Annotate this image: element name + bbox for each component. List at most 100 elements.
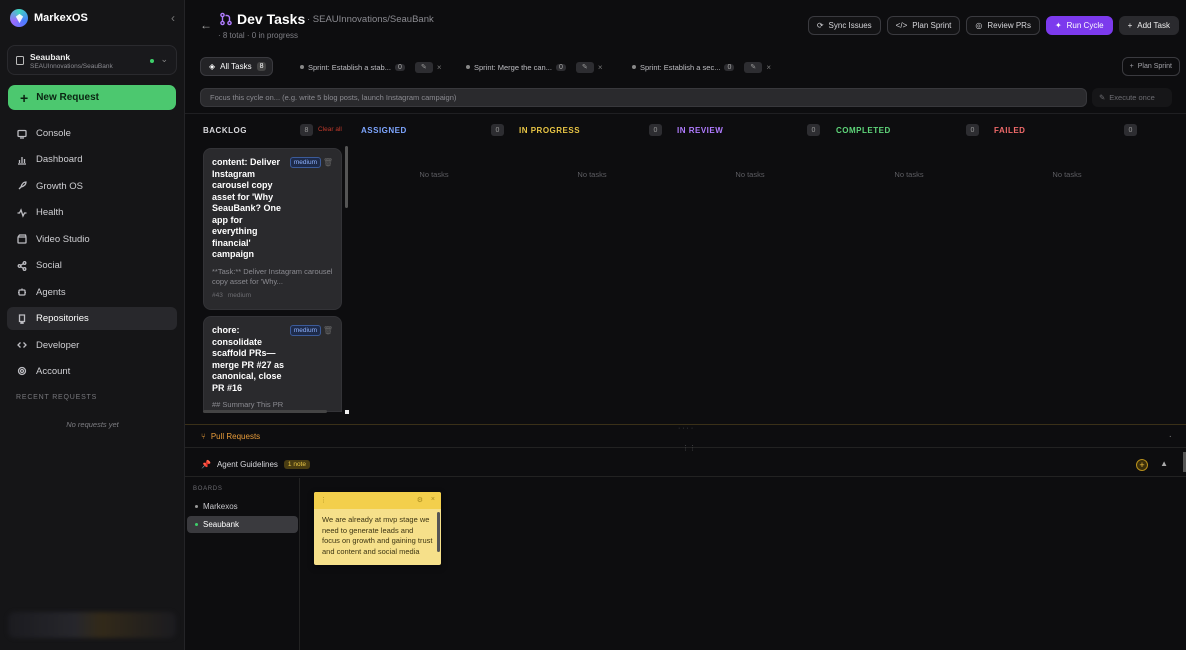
review-prs-button[interactable]: ◎ Review PRs — [966, 16, 1040, 35]
column-backlog: BACKLOG 8 Clear all content: Deliver Ins… — [185, 114, 355, 424]
resize-handle[interactable]: · · · · — [678, 425, 693, 432]
horizontal-scrollbar[interactable] — [203, 410, 327, 413]
board-dot — [195, 523, 198, 526]
column-title: ASSIGNED — [361, 126, 407, 135]
sidebar-item-video-studio[interactable]: Video Studio — [7, 228, 177, 251]
column-title: IN PROGRESS — [519, 126, 581, 135]
sidebar-item-account[interactable]: Account — [7, 360, 177, 383]
recent-requests-heading: RECENT REQUESTS — [16, 394, 98, 401]
sync-icon: ⟳ — [816, 21, 824, 30]
pencil-icon[interactable]: ✎ — [414, 61, 433, 73]
sidebar-item-label: Console — [36, 128, 71, 139]
back-arrow-icon[interactable]: ← — [200, 18, 212, 32]
git-pull-request-icon: ⑂ — [201, 432, 206, 441]
collapse-sidebar-icon[interactable]: ‹ — [171, 11, 175, 25]
new-request-button[interactable]: + New Request — [8, 85, 176, 110]
board-item-markexos[interactable]: Markexos — [187, 498, 298, 515]
task-card[interactable]: chore: consolidate scaffold PRs—merge PR… — [203, 316, 342, 412]
tab-sprint-1[interactable]: Sprint: Establish a stab... 0 ✎ × — [300, 60, 442, 74]
board-label: Seaubank — [203, 520, 240, 529]
execute-once-button[interactable]: ✎ Execute once — [1092, 88, 1172, 107]
column-title: BACKLOG — [203, 126, 247, 135]
sprint-label: Sprint: Merge the can... — [474, 62, 552, 72]
column-in-progress: IN PROGRESS 0 No tasks — [519, 114, 677, 424]
empty-state: No tasks — [1052, 170, 1082, 179]
priority-badge: medium — [289, 325, 321, 336]
agent-guidelines-header[interactable]: 📌 Agent Guidelines 1 note — [201, 460, 310, 469]
collapse-up-icon[interactable]: ▲ — [1160, 459, 1168, 468]
new-request-label: New Request — [36, 92, 99, 103]
sidebar-item-health[interactable]: Health — [7, 201, 177, 224]
execute-once-label: Execute once — [1109, 93, 1155, 102]
trash-icon[interactable]: 🗑 — [323, 158, 333, 167]
task-card[interactable]: content: Deliver Instagram carousel copy… — [203, 148, 342, 310]
sidebar-item-repositories[interactable]: Repositories — [7, 307, 177, 331]
add-note-button[interactable]: + — [1136, 459, 1148, 471]
run-cycle-button[interactable]: ✦ Run Cycle — [1045, 16, 1113, 35]
tab-sprint-3[interactable]: Sprint: Establish a sec... 0 ✎ × — [632, 60, 771, 74]
sprint-count: 0 — [555, 63, 566, 71]
app-logo-row: MarkexOS ‹ — [10, 8, 175, 28]
column-count: 8 — [300, 124, 313, 136]
clear-all-button[interactable]: Clear all — [318, 126, 342, 133]
tab-sprint-2[interactable]: Sprint: Merge the can... 0 ✎ × — [466, 60, 603, 74]
sync-issues-button[interactable]: ⟳ Sync Issues — [807, 16, 881, 35]
sticky-note[interactable]: ⋮ ⚙ × We are already at mvp stage we nee… — [314, 492, 441, 565]
sidebar-item-agents[interactable]: Agents — [7, 281, 177, 304]
sidebar-item-console[interactable]: Console — [7, 122, 177, 145]
plan-sprint-label: Plan Sprint — [912, 21, 952, 30]
sprint-tabs: ◈ All Tasks 8 Sprint: Establish a stab..… — [200, 57, 1180, 77]
sidebar-item-developer[interactable]: Developer — [7, 334, 177, 357]
plan-sprint-small-button[interactable]: + Plan Sprint — [1121, 57, 1180, 76]
issue-number: #43 — [212, 291, 223, 299]
close-icon[interactable]: × — [437, 63, 442, 72]
focus-input[interactable]: Focus this cycle on... (e.g. write 5 blo… — [200, 88, 1087, 107]
sticky-note-scrollbar[interactable] — [437, 512, 440, 552]
add-task-button[interactable]: + Add Task — [1118, 16, 1179, 35]
task-tag: medium — [227, 291, 251, 299]
close-icon[interactable]: × — [431, 496, 435, 503]
layers-icon: ◈ — [209, 62, 216, 71]
pencil-icon[interactable]: ✎ — [575, 61, 594, 73]
plus-icon: + — [1127, 21, 1133, 30]
trash-icon[interactable]: 🗑 — [323, 326, 333, 335]
task-description: ## Summary This PR — [212, 400, 284, 409]
minimize-icon[interactable]: · — [1169, 431, 1172, 442]
column-count: 0 — [649, 124, 662, 136]
close-icon[interactable]: × — [766, 63, 771, 72]
vertical-scrollbar[interactable] — [345, 146, 348, 208]
user-profile-blurred[interactable] — [8, 612, 176, 638]
sidebar-item-growth-os[interactable]: Growth OS — [7, 175, 177, 198]
tab-all-tasks[interactable]: ◈ All Tasks 8 — [200, 57, 274, 76]
pencil-icon[interactable]: ✎ — [744, 61, 763, 73]
plus-icon: + — [20, 89, 29, 106]
repo-selector[interactable]: Seaubank SEAUInnovations/SeauBank ⌄ — [7, 45, 177, 75]
column-in-review: IN REVIEW 0 No tasks — [677, 114, 835, 424]
board-item-seaubank[interactable]: Seaubank — [187, 516, 298, 533]
column-count: 0 — [491, 124, 504, 136]
pull-requests-header[interactable]: ⑂ Pull Requests — [201, 432, 260, 441]
check-circle-icon: ◎ — [975, 21, 983, 30]
empty-state: No tasks — [577, 170, 607, 179]
sidebar-item-label: Developer — [36, 339, 80, 351]
clapperboard-icon — [17, 234, 27, 244]
sidebar-item-dashboard[interactable]: Dashboard — [7, 148, 177, 171]
repo-status-dot — [150, 59, 154, 63]
close-icon[interactable]: × — [598, 63, 603, 72]
empty-state: No tasks — [894, 170, 924, 179]
sticky-note-text[interactable]: We are already at mvp stage we need to g… — [314, 509, 441, 563]
plan-sprint-button[interactable]: </> Plan Sprint — [886, 16, 961, 35]
settings-icon[interactable]: ⚙ — [417, 496, 423, 504]
column-count: 0 — [807, 124, 820, 136]
plan-sprint-small-label: Plan Sprint — [1137, 63, 1172, 70]
task-title: content: Deliver Instagram carousel copy… — [212, 157, 282, 259]
pulse-icon — [17, 208, 27, 218]
sidebar-item-social[interactable]: Social — [7, 254, 177, 277]
boards-list: BOARDS Markexos Seaubank — [185, 478, 300, 650]
header-actions: ⟳ Sync Issues </> Plan Sprint ◎ Review PRs … — [807, 16, 1179, 35]
drag-icon[interactable]: ⋮ — [320, 496, 327, 504]
console-icon — [17, 129, 27, 139]
task-description: **Task:** Deliver Instagram carousel cop… — [212, 266, 333, 287]
resize-handle[interactable]: ⋮⋮ — [682, 444, 696, 452]
gear-icon — [17, 367, 27, 376]
